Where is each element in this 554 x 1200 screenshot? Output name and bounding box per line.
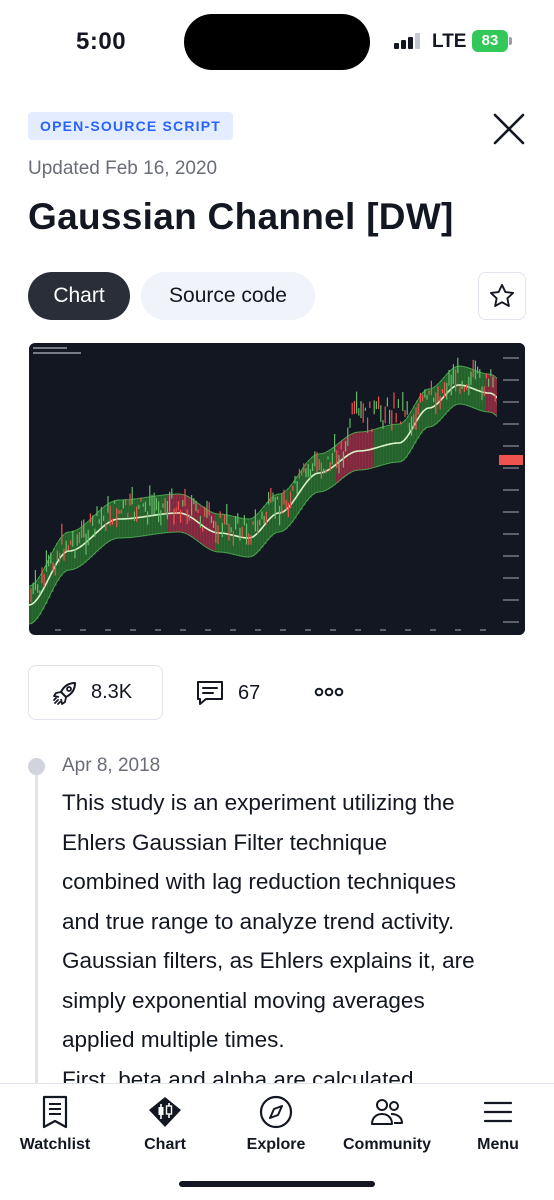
nav-label: Explore: [246, 1136, 306, 1153]
compass-icon: [259, 1095, 293, 1129]
time-tick: [355, 629, 361, 631]
time-tick: [205, 629, 211, 631]
updated-date: Updated Feb 16, 2020: [28, 158, 218, 179]
description-line: Ehlers Gaussian Filter technique: [62, 829, 388, 855]
nav-menu[interactable]: Menu: [443, 1092, 553, 1154]
time-tick: [55, 629, 61, 631]
signal-icon: [394, 33, 420, 49]
battery-icon: 83: [472, 30, 508, 52]
description-line: Gaussian filters, as Ehlers explains it,…: [62, 948, 475, 973]
price-tick: [503, 379, 519, 381]
rocket-icon: [53, 681, 76, 705]
nav-label: Community: [343, 1136, 431, 1153]
time-tick: [380, 629, 386, 631]
time-tick: [230, 629, 236, 631]
nav-explore[interactable]: Explore: [221, 1092, 331, 1154]
boost-button[interactable]: 8.3K: [28, 665, 163, 720]
description-line: combined with lag reduction techniques: [62, 869, 456, 894]
description-date: Apr 8, 2018: [62, 755, 161, 776]
price-tick: [503, 533, 519, 535]
tab-chart[interactable]: Chart: [28, 272, 130, 320]
description-line: and true range to analyze trend activity…: [62, 908, 455, 934]
watchlist-icon: [42, 1095, 68, 1129]
price-tick: [503, 445, 519, 447]
comment-count: 67: [238, 681, 261, 704]
time-tick: [330, 629, 336, 631]
price-tick: [503, 599, 519, 601]
comment-icon: [197, 681, 223, 705]
nav-watchlist[interactable]: Watchlist: [0, 1092, 110, 1154]
timeline-dot: [28, 758, 45, 775]
nav-community[interactable]: Community: [332, 1092, 442, 1154]
time-tick: [155, 629, 161, 631]
time-tick: [180, 629, 186, 631]
price-tick: [503, 423, 519, 425]
description-text: This study is an experiment utilizing th…: [62, 783, 532, 1099]
boost-count: 8.3K: [91, 681, 133, 703]
description-line: applied multiple times.: [62, 1027, 285, 1052]
price-tick: [503, 489, 519, 491]
tab-source-code[interactable]: Source code: [141, 272, 315, 320]
time-tick: [130, 629, 136, 631]
price-tick: [503, 621, 519, 623]
price-tick: [503, 555, 519, 557]
chart-candles-icon: [149, 1097, 181, 1127]
script-type-badge: OPEN-SOURCE SCRIPT: [28, 112, 234, 140]
timeline-line: [35, 774, 38, 1094]
home-indicator: [179, 1181, 375, 1187]
time-tick: [280, 629, 286, 631]
chart-preview-canvas: [29, 343, 525, 635]
more-dots-icon: [314, 687, 344, 697]
legend-line: [33, 352, 81, 354]
price-tick: [503, 511, 519, 513]
status-time: 5:00: [76, 28, 127, 55]
time-tick: [405, 629, 411, 631]
comments-button[interactable]: 67: [194, 676, 260, 710]
nav-label: Menu: [477, 1136, 519, 1153]
price-tick: [503, 577, 519, 579]
time-tick: [430, 629, 436, 631]
last-price-marker: [499, 455, 523, 465]
price-tick: [503, 467, 519, 469]
price-tick: [503, 357, 519, 359]
legend-line: [33, 347, 67, 349]
nav-chart[interactable]: Chart: [110, 1092, 220, 1154]
favorite-button[interactable]: [478, 272, 526, 320]
price-tick: [503, 401, 519, 403]
time-tick: [480, 629, 486, 631]
description-line: This study is an experiment utilizing th…: [62, 790, 455, 815]
time-tick: [455, 629, 461, 631]
nav-label: Watchlist: [19, 1136, 91, 1153]
people-icon: [371, 1099, 403, 1125]
hamburger-icon: [483, 1101, 513, 1123]
time-tick: [105, 629, 111, 631]
page-title: Gaussian Channel [DW]: [28, 196, 454, 237]
time-tick: [255, 629, 261, 631]
nav-label: Chart: [144, 1136, 186, 1153]
star-icon: [489, 283, 515, 307]
close-icon[interactable]: [490, 110, 528, 148]
time-tick: [305, 629, 311, 631]
description-line: simply exponential moving averages: [62, 987, 425, 1013]
time-tick: [80, 629, 86, 631]
battery-nub: [509, 37, 512, 45]
dynamic-island: [184, 14, 370, 70]
more-button[interactable]: [312, 680, 346, 704]
status-bar: 5:00 LTE 83: [0, 0, 554, 84]
network-type: LTE: [432, 31, 467, 52]
chart-preview[interactable]: [29, 343, 525, 635]
